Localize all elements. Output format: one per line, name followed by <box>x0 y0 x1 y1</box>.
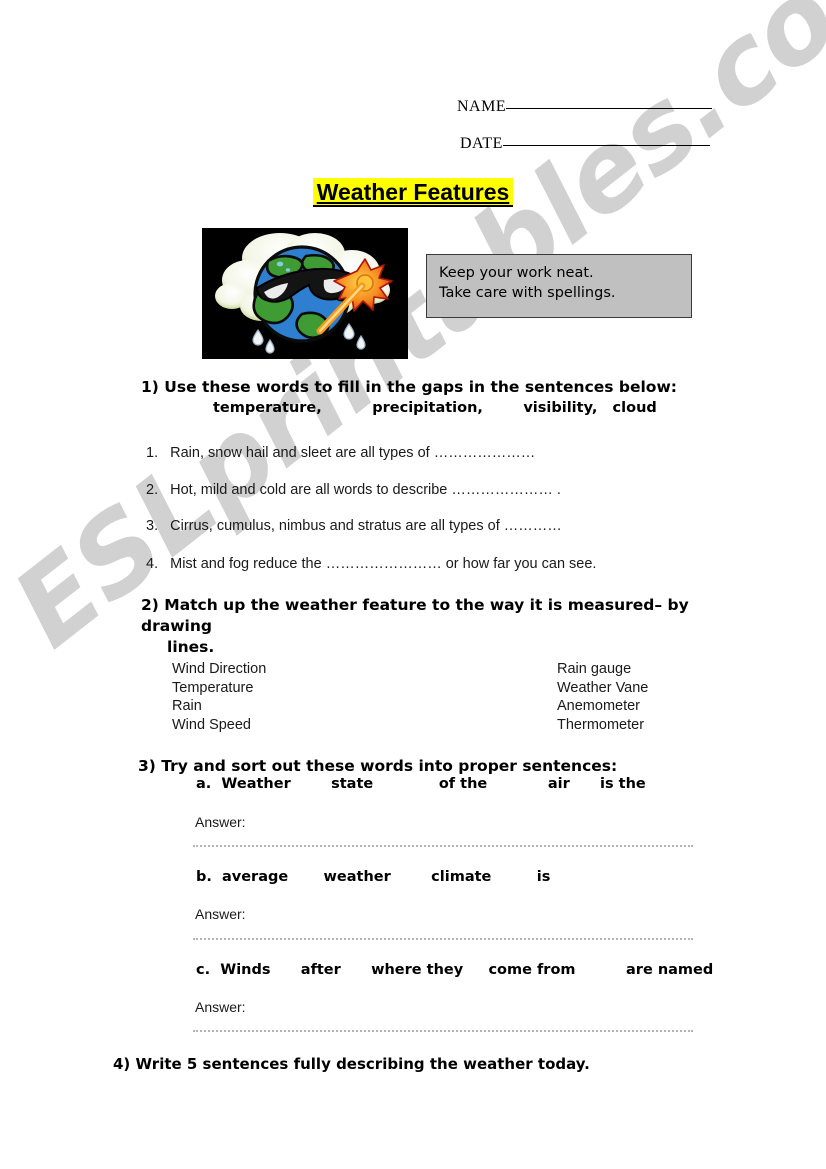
date-field-row: DATE <box>460 135 710 153</box>
answer-label-a: Answer: <box>195 814 246 830</box>
page-title-container: Weather Features <box>0 178 826 207</box>
question-1-heading: 1) Use these words to fill in the gaps i… <box>141 378 677 396</box>
gap-item-4-text: Mist and fog reduce the …………………… or how … <box>170 556 597 572</box>
page-title: Weather Features <box>312 178 514 207</box>
name-label: NAME <box>457 98 507 115</box>
match-right-column: Rain gauge Weather Vane Anemometer Therm… <box>557 660 648 734</box>
match-left-item-2[interactable]: Temperature <box>172 679 266 698</box>
gap-item-1-number: 1. <box>146 445 159 461</box>
question-4-heading: 4) Write 5 sentences fully describing th… <box>113 1055 590 1073</box>
answer-line-b[interactable] <box>193 936 693 940</box>
gap-item-1-text: Rain, snow hail and sleet are all types … <box>170 445 536 461</box>
weather-earth-clipart <box>202 228 408 359</box>
match-left-item-3[interactable]: Rain <box>172 697 266 716</box>
match-right-item-4[interactable]: Thermometer <box>557 716 648 735</box>
question-2: 2) Match up the weather feature to the w… <box>141 595 761 658</box>
match-left-item-1[interactable]: Wind Direction <box>172 660 266 679</box>
answer-line-a[interactable] <box>193 843 693 847</box>
gap-item-4[interactable]: 4. Mist and fog reduce the …………………… or h… <box>146 554 596 574</box>
question-3: 3) Try and sort out these words into pro… <box>138 756 758 777</box>
match-left-column: Wind Direction Temperature Rain Wind Spe… <box>172 660 266 734</box>
gap-item-4-number: 4. <box>146 556 159 572</box>
note-line-2: Take care with spellings. <box>439 285 616 301</box>
name-input-rule[interactable] <box>506 108 713 109</box>
gap-item-1[interactable]: 1. Rain, snow hail and sleet are all typ… <box>146 443 535 463</box>
note-line-1: Keep your work neat. <box>439 265 594 281</box>
scramble-item-c: c. Winds after where they come from are … <box>196 962 714 978</box>
answer-line-c[interactable] <box>193 1028 693 1032</box>
gap-item-2[interactable]: 2. Hot, mild and cold are all words to d… <box>146 480 561 500</box>
question-1-wordbank: temperature, precipitation, visibility, … <box>213 400 657 416</box>
date-input-rule[interactable] <box>502 145 710 146</box>
worksheet-page: NAME DATE Weather Features Keep your wor… <box>0 0 826 1169</box>
question-2-heading-line-2: lines. <box>167 638 215 656</box>
question-1: 1) Use these words to fill in the gaps i… <box>141 377 741 419</box>
answer-label-c: Answer: <box>195 999 246 1015</box>
date-label: DATE <box>460 135 503 152</box>
gap-item-3-number: 3. <box>146 518 159 534</box>
gap-item-3[interactable]: 3. Cirrus, cumulus, nimbus and stratus a… <box>146 516 562 536</box>
watermark-overlay: ESLprintables.com <box>0 0 826 1169</box>
scramble-item-a: a. Weather state of the air is the <box>196 776 646 792</box>
answer-label-b: Answer: <box>195 906 246 922</box>
question-3-heading: 3) Try and sort out these words into pro… <box>138 757 618 775</box>
scramble-item-b: b. average weather climate is <box>196 869 551 885</box>
gap-item-2-text: Hot, mild and cold are all words to desc… <box>170 482 561 498</box>
match-right-item-2[interactable]: Weather Vane <box>557 679 648 698</box>
name-field-row: NAME <box>457 98 713 116</box>
match-left-item-4[interactable]: Wind Speed <box>172 716 266 735</box>
gap-item-2-number: 2. <box>146 482 159 498</box>
question-2-heading-line-1: 2) Match up the weather feature to the w… <box>141 596 689 635</box>
note-box: Keep your work neat. Take care with spel… <box>426 254 692 318</box>
earth-sunglasses-icon <box>202 228 408 359</box>
match-right-item-3[interactable]: Anemometer <box>557 697 648 716</box>
match-right-item-1[interactable]: Rain gauge <box>557 660 648 679</box>
gap-item-3-text: Cirrus, cumulus, nimbus and stratus are … <box>170 518 562 534</box>
